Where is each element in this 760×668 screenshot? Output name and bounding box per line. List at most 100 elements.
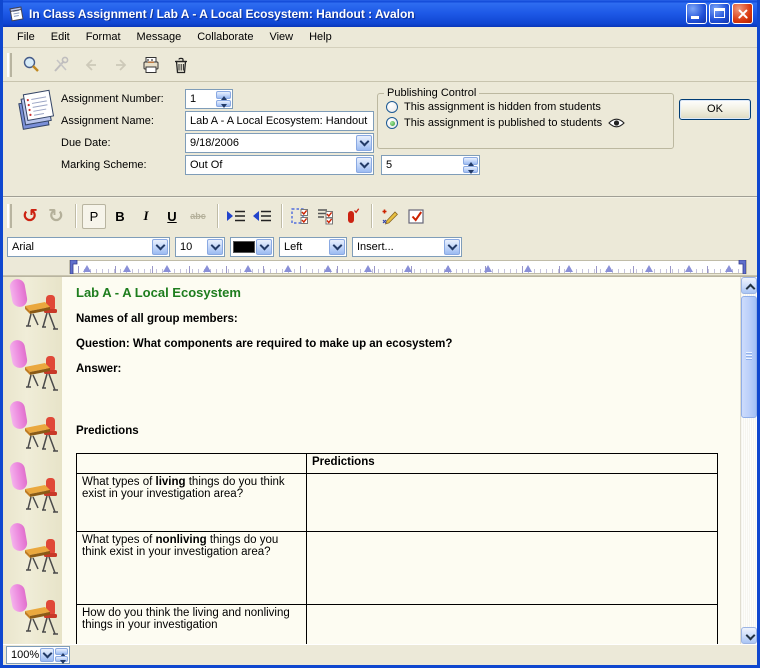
question-text: What types of xyxy=(82,534,156,546)
radio-published-label: This assignment is published to students xyxy=(404,117,602,129)
assignment-name-input[interactable] xyxy=(190,115,371,127)
menu-collaborate[interactable]: Collaborate xyxy=(189,29,261,45)
editor-content: Lab A - A Local Ecosystem Names of all g… xyxy=(3,276,757,644)
zoom-icon[interactable] xyxy=(18,52,44,78)
redo-icon: ↻ xyxy=(44,204,68,229)
question-cell: How do you think the living and nonlivin… xyxy=(77,605,307,645)
question-line: Question: What components are required t… xyxy=(76,338,740,350)
format-toolbar-grip[interactable] xyxy=(7,204,12,228)
radio-hidden-label: This assignment is hidden from students xyxy=(404,101,601,113)
app-icon xyxy=(8,6,25,22)
marking-out-of-spinner[interactable] xyxy=(463,157,478,173)
scroll-up-icon[interactable] xyxy=(741,277,757,294)
font-color-dropdown-icon[interactable] xyxy=(256,239,272,255)
names-line: Names of all group members: xyxy=(76,313,740,325)
zoom-combobox[interactable]: 100% xyxy=(6,646,70,664)
table-row: What types of living things do you think… xyxy=(77,474,718,532)
font-family-combobox[interactable]: Arial xyxy=(7,237,170,257)
menu-format[interactable]: Format xyxy=(78,29,129,45)
checkbox-select-icon[interactable] xyxy=(288,204,312,229)
insert-dropdown-icon[interactable] xyxy=(444,239,460,255)
zoom-value: 100% xyxy=(11,649,39,661)
increase-indent-icon[interactable] xyxy=(224,204,248,229)
question-bold-word: nonliving xyxy=(156,534,207,546)
edit-pencil-icon[interactable] xyxy=(378,204,402,229)
toolbar-grip[interactable] xyxy=(7,53,12,77)
font-color-swatch xyxy=(233,241,255,253)
assignment-name-label: Assignment Name: xyxy=(61,115,154,127)
print-icon[interactable] xyxy=(138,52,164,78)
font-family-dropdown-icon[interactable] xyxy=(152,239,168,255)
font-toolbar: Arial 10 Left Insert... xyxy=(3,234,757,259)
due-date-combobox[interactable]: 9/18/2006 xyxy=(185,133,374,153)
forward-arrow-icon xyxy=(108,52,134,78)
strikethrough-button: abc xyxy=(186,204,210,229)
scrollbar-track[interactable] xyxy=(741,294,757,627)
menu-bar: File Edit Format Message Collaborate Vie… xyxy=(3,27,757,48)
title-bar: In Class Assignment / Lab A - A Local Ec… xyxy=(3,0,757,27)
checkbox-check-icon[interactable] xyxy=(404,204,428,229)
marking-scheme-dropdown-icon[interactable] xyxy=(356,157,372,173)
table-row: What types of nonliving things do you th… xyxy=(77,532,718,605)
marker-check-icon[interactable] xyxy=(340,204,364,229)
vertical-scrollbar[interactable] xyxy=(740,277,757,644)
radio-published-icon[interactable] xyxy=(386,117,398,129)
assignment-number-field[interactable]: 1 xyxy=(185,89,233,109)
alignment-combobox[interactable]: Left xyxy=(279,237,347,257)
left-margin-marker[interactable] xyxy=(70,260,78,274)
assignment-form: Assignment Number: 1 Assignment Name: Du… xyxy=(3,82,757,198)
question-text: How do you think the living and nonlivin… xyxy=(82,607,290,631)
document-body[interactable]: Lab A - A Local Ecosystem Names of all g… xyxy=(62,277,740,644)
bold-button[interactable]: B xyxy=(108,204,132,229)
italic-button[interactable]: I xyxy=(134,204,158,229)
answer-cell[interactable] xyxy=(307,474,718,532)
minimize-button[interactable] xyxy=(686,3,707,24)
ruler-tab-stops xyxy=(83,265,733,272)
due-date-dropdown-icon[interactable] xyxy=(356,135,372,151)
answer-cell[interactable] xyxy=(307,605,718,645)
close-button[interactable] xyxy=(732,3,753,24)
underline-button[interactable]: U xyxy=(160,204,184,229)
undo-icon[interactable]: ↺ xyxy=(18,204,42,229)
insert-combobox[interactable]: Insert... xyxy=(352,237,462,257)
due-date-label: Due Date: xyxy=(61,137,111,149)
assignment-number-spinner[interactable] xyxy=(216,91,231,107)
table-header-empty xyxy=(77,454,307,474)
window-title: In Class Assignment / Lab A - A Local Ec… xyxy=(29,7,686,21)
decrease-indent-icon[interactable] xyxy=(250,204,274,229)
menu-file[interactable]: File xyxy=(9,29,43,45)
radio-published-option[interactable]: This assignment is published to students xyxy=(386,117,673,129)
publishing-control-legend: Publishing Control xyxy=(384,87,479,99)
alignment-dropdown-icon[interactable] xyxy=(329,239,345,255)
marking-out-of-value: 5 xyxy=(386,159,392,171)
font-color-combobox[interactable] xyxy=(230,237,274,257)
font-size-combobox[interactable]: 10 xyxy=(175,237,225,257)
menu-message[interactable]: Message xyxy=(129,29,190,45)
right-margin-marker[interactable] xyxy=(738,260,746,274)
menu-help[interactable]: Help xyxy=(301,29,340,45)
checkbox-list-icon[interactable] xyxy=(314,204,338,229)
scrollbar-thumb[interactable] xyxy=(741,296,757,418)
font-size-dropdown-icon[interactable] xyxy=(207,239,223,255)
assignment-name-field[interactable] xyxy=(185,111,374,131)
answer-cell[interactable] xyxy=(307,532,718,605)
ok-button[interactable]: OK xyxy=(679,99,751,120)
delete-icon[interactable] xyxy=(168,52,194,78)
alignment-value: Left xyxy=(284,241,302,253)
tools-icon xyxy=(48,52,74,78)
back-arrow-icon xyxy=(78,52,104,78)
radio-hidden-option[interactable]: This assignment is hidden from students xyxy=(386,101,673,113)
scroll-down-icon[interactable] xyxy=(741,627,757,644)
table-row: How do you think the living and nonlivin… xyxy=(77,605,718,645)
menu-view[interactable]: View xyxy=(261,29,301,45)
paragraph-button[interactable]: P xyxy=(82,204,106,229)
marking-scheme-value: Out Of xyxy=(190,159,222,171)
zoom-spinner[interactable] xyxy=(55,648,68,662)
maximize-button[interactable] xyxy=(709,3,730,24)
zoom-dropdown-icon[interactable] xyxy=(40,648,54,662)
marking-scheme-combobox[interactable]: Out Of xyxy=(185,155,374,175)
marking-out-of-field[interactable]: 5 xyxy=(381,155,480,175)
radio-hidden-icon[interactable] xyxy=(386,101,398,113)
menu-edit[interactable]: Edit xyxy=(43,29,78,45)
due-date-value: 9/18/2006 xyxy=(190,137,239,149)
